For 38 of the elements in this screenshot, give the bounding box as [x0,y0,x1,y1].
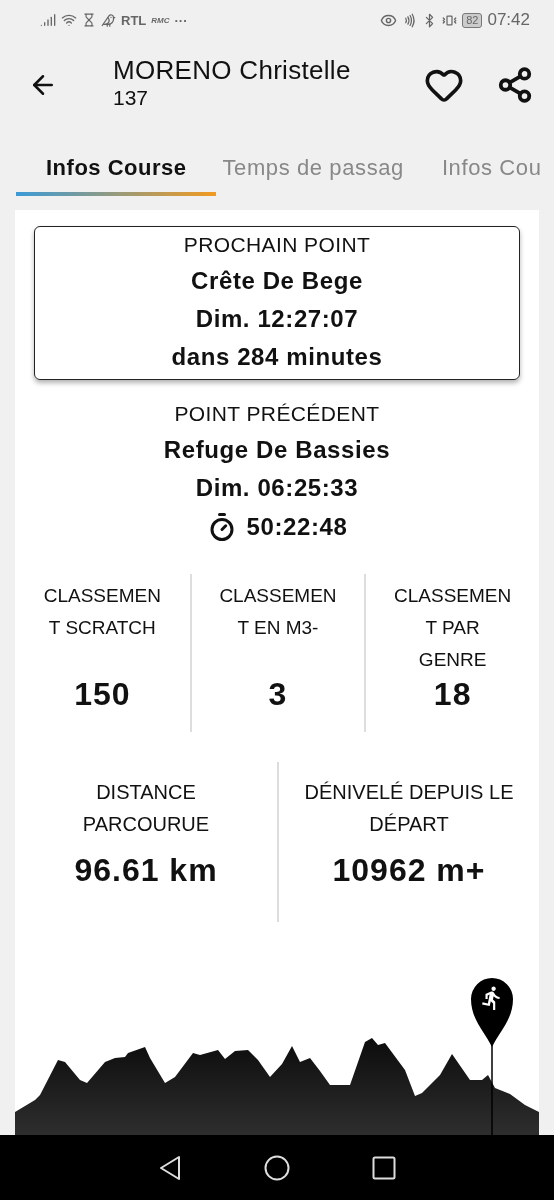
status-label: ··· [174,12,188,28]
runner-name: MORENO Christelle [113,54,352,86]
wifi-icon [61,12,77,28]
back-nav-button[interactable] [158,1154,182,1181]
elapsed-time: 50:22:48 [246,513,348,541]
signal-icon [40,12,56,28]
tab[interactable]: Temps de passag [222,130,404,196]
clock-time: 07:42 [487,10,530,30]
point-name: Crête De Bege [191,267,363,295]
hourglass-icon [82,13,96,27]
ranking-label: CLASSEMENT SCRATCH [42,584,162,640]
ranking-label: CLASSEMENT EN M3- [218,584,338,640]
ranking-value: 3 [268,676,288,713]
total-value: 10962 m+ [332,852,486,889]
total-label: DISTANCE PARCOURUE [81,780,211,837]
total-label: DÉNIVELÉ DEPUIS LE DÉPART [303,780,515,837]
bird-icon [101,12,116,28]
ranking-value: 18 [433,676,472,713]
vibrate-icon [442,12,458,28]
status-label: RMC [151,15,170,25]
ranking-label: CLASSEMENT PAR GENRE [393,584,513,672]
bib-number: 137 [113,85,150,110]
point-time: Dim. 12:27:07 [195,305,359,333]
tab[interactable]: Infos Course [16,130,217,196]
nfc-icon [402,12,418,28]
ranking-value: 150 [74,676,131,713]
point-name: Refuge De Bassies [163,436,391,464]
home-nav-button[interactable] [264,1154,290,1181]
section-heading: POINT PRÉCÉDENT [174,402,380,426]
share-button[interactable] [496,66,534,104]
section-heading: PROCHAIN POINT [183,233,371,257]
tab[interactable]: Infos Cou [441,130,542,196]
total-value: 96.61 km [74,852,218,889]
point-eta: dans 284 minutes [171,343,383,371]
point-time: Dim. 06:25:33 [195,474,359,502]
battery-level: 82 [462,12,483,28]
recents-nav-button[interactable] [372,1155,396,1180]
status-label: RTL [121,12,147,28]
